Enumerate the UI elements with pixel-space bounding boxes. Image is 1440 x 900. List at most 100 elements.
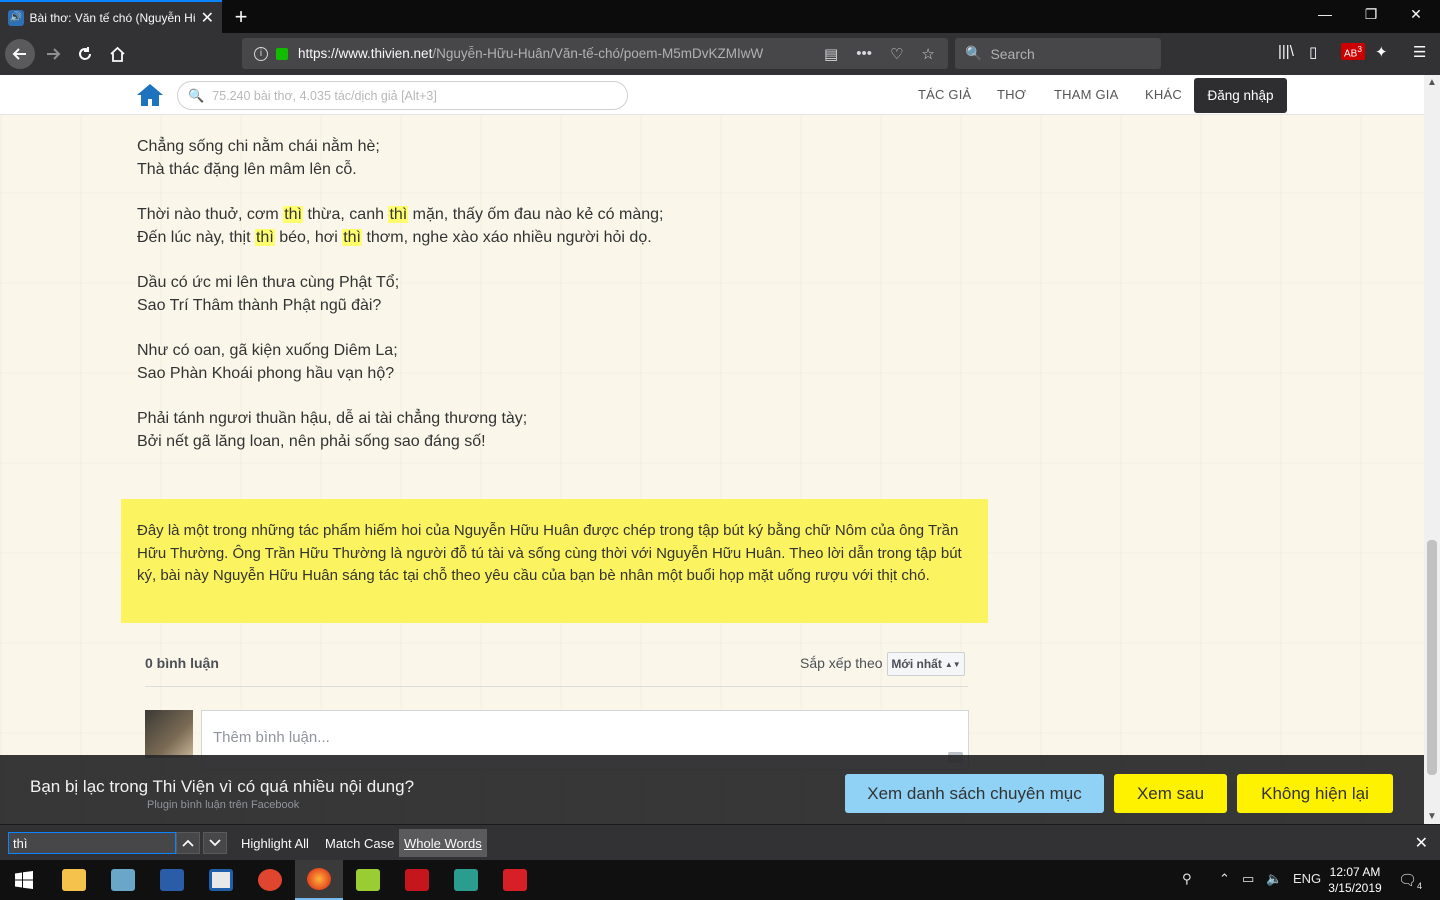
site-home-icon[interactable] bbox=[136, 82, 164, 108]
whole-words-toggle[interactable]: Whole Words bbox=[399, 829, 487, 857]
view-categories-button[interactable]: Xem danh sách chuyên mục bbox=[845, 774, 1104, 813]
site-info-icon[interactable]: i bbox=[254, 46, 268, 61]
url-bar[interactable]: i https://www.thivien.net/Nguyễn-Hữu-Huâ… bbox=[242, 38, 948, 69]
poem-line: Thời nào thuở, cơm thì thừa, canh thì mặ… bbox=[137, 203, 937, 226]
browser-search-box[interactable]: 🔍 Search bbox=[955, 38, 1161, 69]
sort-value: Mới nhất bbox=[891, 657, 942, 671]
powershell-icon bbox=[160, 869, 184, 891]
poem-text: béo, hơi bbox=[274, 229, 343, 246]
match-case-toggle[interactable]: Match Case bbox=[325, 836, 394, 851]
poem-text: mặn, thấy ốm đau nào kẻ có màng; bbox=[408, 206, 664, 223]
find-highlight: thì bbox=[342, 229, 362, 246]
facebook-plugin-label[interactable]: Plugin bình luận trên Facebook bbox=[147, 799, 299, 811]
tray-chevron-up-icon[interactable]: ⌃ bbox=[1219, 871, 1230, 887]
site-search-input[interactable]: 🔍 75.240 bài thơ, 4.035 tác/dịch giả [Al… bbox=[177, 81, 628, 110]
poem-line: Sao Phàn Khoái phong hầu vạn hộ? bbox=[137, 365, 395, 382]
find-highlight: thì bbox=[254, 229, 275, 246]
notification-count: 4 bbox=[1417, 881, 1423, 891]
tab-title: Bài thơ: Văn tế chó (Nguyễn Hữ bbox=[29, 10, 195, 25]
find-close-icon[interactable]: ✕ bbox=[1415, 833, 1428, 853]
site-header: 🔍 75.240 bài thơ, 4.035 tác/dịch giả [Al… bbox=[0, 75, 1424, 115]
people-icon[interactable]: ⚲ bbox=[1182, 871, 1192, 887]
poem-stanza: Dầu có ức mi lên thưa cùng Phật Tổ; Sao … bbox=[137, 271, 937, 317]
find-input[interactable] bbox=[8, 832, 176, 854]
bookmark-star-icon[interactable]: ☆ bbox=[921, 45, 934, 63]
login-button[interactable]: Đăng nhập bbox=[1194, 78, 1287, 113]
web-page: 🔍 75.240 bài thơ, 4.035 tác/dịch giả [Al… bbox=[0, 75, 1424, 824]
network-icon[interactable]: ▭ bbox=[1242, 871, 1254, 887]
poem-stanza: Như có oan, gã kiện xuống Diêm La; Sao P… bbox=[137, 339, 937, 385]
menu-authors[interactable]: TÁC GIẢ bbox=[918, 87, 971, 102]
reload-button[interactable] bbox=[70, 39, 100, 69]
site-favicon-icon: 🔊 bbox=[8, 9, 24, 26]
extension-icon[interactable]: ✦ bbox=[1375, 43, 1388, 61]
comment-count: 0 bình luận bbox=[145, 655, 219, 671]
page-actions-icon[interactable]: ••• bbox=[856, 45, 872, 62]
poem-line: Sao Trí Thâm thành Phật ngũ đài? bbox=[137, 297, 382, 314]
notification-center-icon[interactable]: 🗨4 bbox=[1398, 871, 1422, 891]
start-button[interactable] bbox=[0, 860, 48, 900]
language-indicator[interactable]: ENG bbox=[1293, 871, 1321, 886]
sidebar-icon[interactable]: ▯ bbox=[1309, 43, 1317, 61]
view-later-button[interactable]: Xem sau bbox=[1114, 774, 1227, 813]
menu-hamburger-icon[interactable]: ☰ bbox=[1413, 43, 1426, 61]
highlight-all-toggle[interactable]: Highlight All bbox=[241, 836, 309, 851]
poem-body: Chẳng sống chi nằm chái nằm hè; Thà thác… bbox=[137, 135, 937, 475]
poem-line: Như có oan, gã kiện xuống Diêm La; bbox=[137, 342, 398, 359]
poem-line: Đến lúc này, thịt thì béo, hơi thì thơm,… bbox=[137, 226, 937, 249]
app-icon bbox=[111, 869, 135, 891]
comments-header: 0 bình luận Sắp xếp theo Mới nhất ▲▼ bbox=[145, 652, 968, 687]
restore-icon[interactable]: ❐ bbox=[1361, 6, 1381, 23]
browser-tab[interactable]: 🔊 Bài thơ: Văn tế chó (Nguyễn Hữ ✕ bbox=[0, 0, 222, 33]
scroll-up-icon[interactable]: ▲ bbox=[1427, 77, 1437, 88]
window-close-icon[interactable]: ✕ bbox=[1406, 6, 1426, 23]
back-button[interactable] bbox=[5, 39, 35, 69]
menu-poems[interactable]: THƠ bbox=[997, 87, 1026, 102]
poem-line: Phải tánh ngươi thuần hậu, dễ ai tài chẳ… bbox=[137, 410, 528, 427]
taskbar-file-explorer[interactable] bbox=[50, 860, 98, 900]
url-path: /Nguyễn-Hữu-Huân/Văn-tế-chó/poem-M5mDvKZ… bbox=[432, 46, 764, 61]
taskbar-app-5[interactable] bbox=[246, 860, 294, 900]
reload-icon bbox=[79, 47, 91, 60]
windows-taskbar: ⚲ ⌃ ▭ 🔈 ENG 12:07 AM 3/15/2019 🗨4 bbox=[0, 860, 1440, 900]
scroll-down-icon[interactable]: ▼ bbox=[1427, 811, 1437, 822]
taskbar-acrobat-2[interactable] bbox=[491, 860, 539, 900]
taskbar-app-2[interactable] bbox=[99, 860, 147, 900]
taskbar-notepad[interactable] bbox=[344, 860, 392, 900]
window-app-icon bbox=[209, 869, 233, 891]
scrollbar-thumb[interactable] bbox=[1427, 540, 1437, 775]
url-text[interactable]: https://www.thivien.net/Nguyễn-Hữu-Huân/… bbox=[298, 46, 788, 61]
taskbar-app-9[interactable] bbox=[442, 860, 490, 900]
find-previous-button[interactable] bbox=[176, 832, 200, 854]
taskbar-app-4[interactable] bbox=[197, 860, 245, 900]
avatar bbox=[145, 710, 193, 758]
home-button[interactable] bbox=[102, 39, 132, 69]
menu-join[interactable]: THAM GIA bbox=[1054, 87, 1118, 102]
volume-icon[interactable]: 🔈 bbox=[1266, 871, 1282, 887]
menu-other[interactable]: KHÁC bbox=[1145, 87, 1182, 102]
taskbar-powershell[interactable] bbox=[148, 860, 196, 900]
clock-date: 3/15/2019 bbox=[1328, 881, 1382, 895]
dont-show-again-button[interactable]: Không hiện lại bbox=[1237, 774, 1393, 813]
library-icon[interactable]: |||\ bbox=[1278, 43, 1294, 60]
poem-line: Thà thác đặng lên mâm lên cỗ. bbox=[137, 161, 357, 178]
page-scrollbar[interactable]: ▲ ▼ bbox=[1424, 75, 1440, 824]
pocket-icon[interactable]: ♡ bbox=[890, 45, 903, 63]
new-tab-button[interactable]: + bbox=[230, 4, 252, 30]
taskbar-firefox[interactable] bbox=[295, 860, 343, 900]
find-next-button[interactable] bbox=[203, 832, 227, 854]
clock[interactable]: 12:07 AM 3/15/2019 bbox=[1322, 864, 1388, 896]
poem-note: Đây là một trong những tác phẩm hiếm hoi… bbox=[121, 499, 988, 623]
sort-arrows-icon: ▲▼ bbox=[944, 659, 961, 669]
poem-text: thơm, nghe xào xáo nhiều người hỏi dọ. bbox=[362, 229, 652, 246]
poem-text: thừa, canh bbox=[303, 206, 389, 223]
secure-lock-icon[interactable] bbox=[276, 47, 288, 60]
close-tab-icon[interactable]: ✕ bbox=[201, 8, 214, 28]
forward-button[interactable] bbox=[38, 39, 68, 69]
back-arrow-icon bbox=[12, 48, 26, 60]
sort-select[interactable]: Mới nhất ▲▼ bbox=[887, 652, 965, 676]
reader-view-icon[interactable]: ▤ bbox=[824, 45, 838, 63]
taskbar-acrobat[interactable] bbox=[393, 860, 441, 900]
adblock-icon[interactable]: AB3 bbox=[1341, 43, 1365, 61]
minimize-icon[interactable]: — bbox=[1315, 6, 1335, 22]
